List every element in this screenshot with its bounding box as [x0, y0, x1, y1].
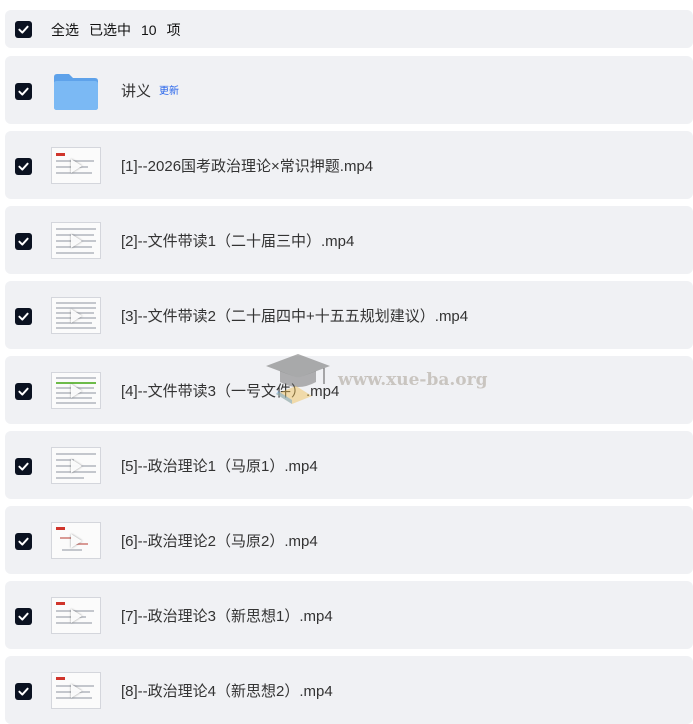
play-icon — [71, 384, 82, 398]
check-icon — [18, 537, 29, 546]
update-badge: 更新 — [159, 86, 180, 97]
check-icon — [18, 87, 29, 96]
selection-summary: 全选 已选中 10 项 — [51, 20, 191, 40]
check-icon — [18, 25, 29, 34]
check-icon — [18, 387, 29, 396]
video-thumbnail[interactable] — [51, 372, 101, 409]
row-checkbox[interactable] — [15, 233, 32, 250]
file-row[interactable]: [8]--政治理论4（新思想2）.mp4 — [5, 656, 693, 724]
file-row[interactable]: [5]--政治理论1（马原1）.mp4 — [5, 431, 693, 499]
row-checkbox[interactable] — [15, 608, 32, 625]
select-all-bar: 全选 已选中 10 项 — [5, 10, 693, 48]
video-thumbnail[interactable] — [51, 222, 101, 259]
video-thumbnail[interactable] — [51, 672, 101, 709]
select-all-label[interactable]: 全选 — [51, 22, 79, 38]
file-name[interactable]: 讲义 更新 — [121, 80, 179, 101]
play-icon — [71, 309, 82, 323]
row-checkbox[interactable] — [15, 458, 32, 475]
file-row[interactable]: [3]--文件带读2（二十届四中+十五五规划建议）.mp4 — [5, 281, 693, 349]
play-icon — [71, 159, 82, 173]
file-name[interactable]: [5]--政治理论1（马原1）.mp4 — [121, 455, 318, 476]
play-icon — [71, 609, 82, 623]
file-name[interactable]: [8]--政治理论4（新思想2）.mp4 — [121, 680, 333, 701]
selected-prefix: 已选中 — [89, 22, 131, 38]
row-checkbox[interactable] — [15, 83, 32, 100]
file-name[interactable]: [3]--文件带读2（二十届四中+十五五规划建议）.mp4 — [121, 305, 468, 326]
video-thumbnail[interactable] — [51, 597, 101, 634]
row-checkbox[interactable] — [15, 533, 32, 550]
file-name[interactable]: [7]--政治理论3（新思想1）.mp4 — [121, 605, 333, 626]
video-thumbnail[interactable] — [51, 522, 101, 559]
check-icon — [18, 687, 29, 696]
play-icon — [71, 684, 82, 698]
file-row[interactable]: [2]--文件带读1（二十届三中）.mp4 — [5, 206, 693, 274]
file-name[interactable]: [4]--文件带读3（一号文件）.mp4 — [121, 380, 339, 401]
check-icon — [18, 312, 29, 321]
file-row[interactable]: [1]--2026国考政治理论×常识押题.mp4 — [5, 131, 693, 199]
select-all-checkbox[interactable] — [15, 21, 32, 38]
check-icon — [18, 462, 29, 471]
file-name[interactable]: [2]--文件带读1（二十届三中）.mp4 — [121, 230, 354, 251]
play-icon — [71, 459, 82, 473]
file-row[interactable]: [6]--政治理论2（马原2）.mp4 — [5, 506, 693, 574]
row-checkbox[interactable] — [15, 683, 32, 700]
file-name[interactable]: [1]--2026国考政治理论×常识押题.mp4 — [121, 155, 373, 176]
row-checkbox[interactable] — [15, 383, 32, 400]
check-icon — [18, 612, 29, 621]
play-icon — [71, 534, 82, 548]
file-row-folder[interactable]: 讲义 更新 — [5, 56, 693, 124]
file-name[interactable]: [6]--政治理论2（马原2）.mp4 — [121, 530, 318, 551]
video-thumbnail[interactable] — [51, 297, 101, 334]
row-checkbox[interactable] — [15, 308, 32, 325]
file-row[interactable]: [7]--政治理论3（新思想1）.mp4 — [5, 581, 693, 649]
play-icon — [71, 234, 82, 248]
video-thumbnail[interactable] — [51, 147, 101, 184]
selected-suffix: 项 — [166, 22, 181, 38]
selected-count: 10 — [141, 22, 157, 38]
folder-icon — [54, 74, 98, 110]
file-row[interactable]: [4]--文件带读3（一号文件）.mp4 — [5, 356, 693, 424]
check-icon — [18, 162, 29, 171]
check-icon — [18, 237, 29, 246]
video-thumbnail[interactable] — [51, 447, 101, 484]
row-checkbox[interactable] — [15, 158, 32, 175]
